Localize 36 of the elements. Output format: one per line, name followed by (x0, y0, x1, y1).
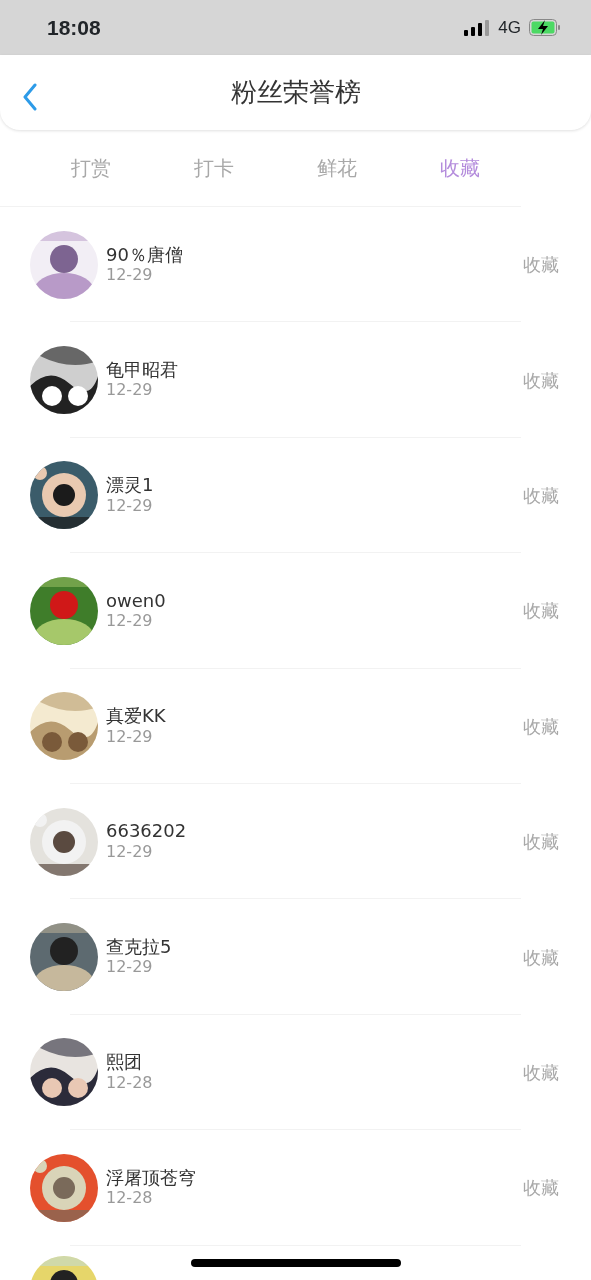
fan-date: 12-29 (106, 726, 154, 748)
fan-name: 浮屠顶苍穹 (106, 1166, 197, 1189)
tab[interactable]: 打卡 (152, 153, 276, 183)
fan-name: 90％唐僧 (106, 243, 184, 266)
network-label: 4G (498, 16, 521, 39)
fan-name: 漂灵1 (106, 474, 155, 496)
favorite-label: 收藏 (523, 830, 559, 855)
fan-date: 12-28 (106, 1188, 154, 1209)
fan-date: 12-29 (106, 380, 154, 402)
clock-time: 18:08 (47, 14, 101, 41)
favorite-label: 收藏 (523, 1176, 559, 1201)
tab[interactable]: 打赏 (30, 153, 153, 183)
fan-name: 真爱KK (106, 705, 167, 727)
tab[interactable]: 鲜花 (275, 153, 399, 183)
page-title: 粉丝荣誉榜 (230, 76, 361, 109)
favorite-label: 收藏 (523, 483, 559, 508)
fan-date: 12-29 (106, 842, 154, 863)
fan-name: 查克拉5 (106, 935, 173, 958)
fan-date: 12-29 (106, 495, 154, 517)
fan-date: 12-29 (106, 265, 154, 286)
favorite-label: 收藏 (523, 253, 559, 278)
signal-icon (464, 19, 491, 36)
fan-date: 12-29 (106, 611, 154, 633)
favorite-label: 收藏 (523, 368, 559, 393)
tab[interactable]: 收藏 (398, 153, 521, 183)
fan-name: owen0 (106, 589, 167, 612)
favorite-label: 收藏 (523, 1060, 559, 1085)
fan-name: 熙团 (106, 1051, 143, 1073)
fan-date: 12-28 (106, 1072, 154, 1094)
fan-name: 6636202 (106, 820, 188, 843)
favorite-label: 收藏 (523, 599, 559, 624)
favorite-label: 收藏 (523, 945, 559, 970)
fan-date: 12-29 (106, 957, 154, 979)
fan-name: 龟甲昭君 (106, 358, 179, 381)
battery-charging-icon (529, 19, 561, 36)
favorite-label: 收藏 (523, 714, 559, 739)
